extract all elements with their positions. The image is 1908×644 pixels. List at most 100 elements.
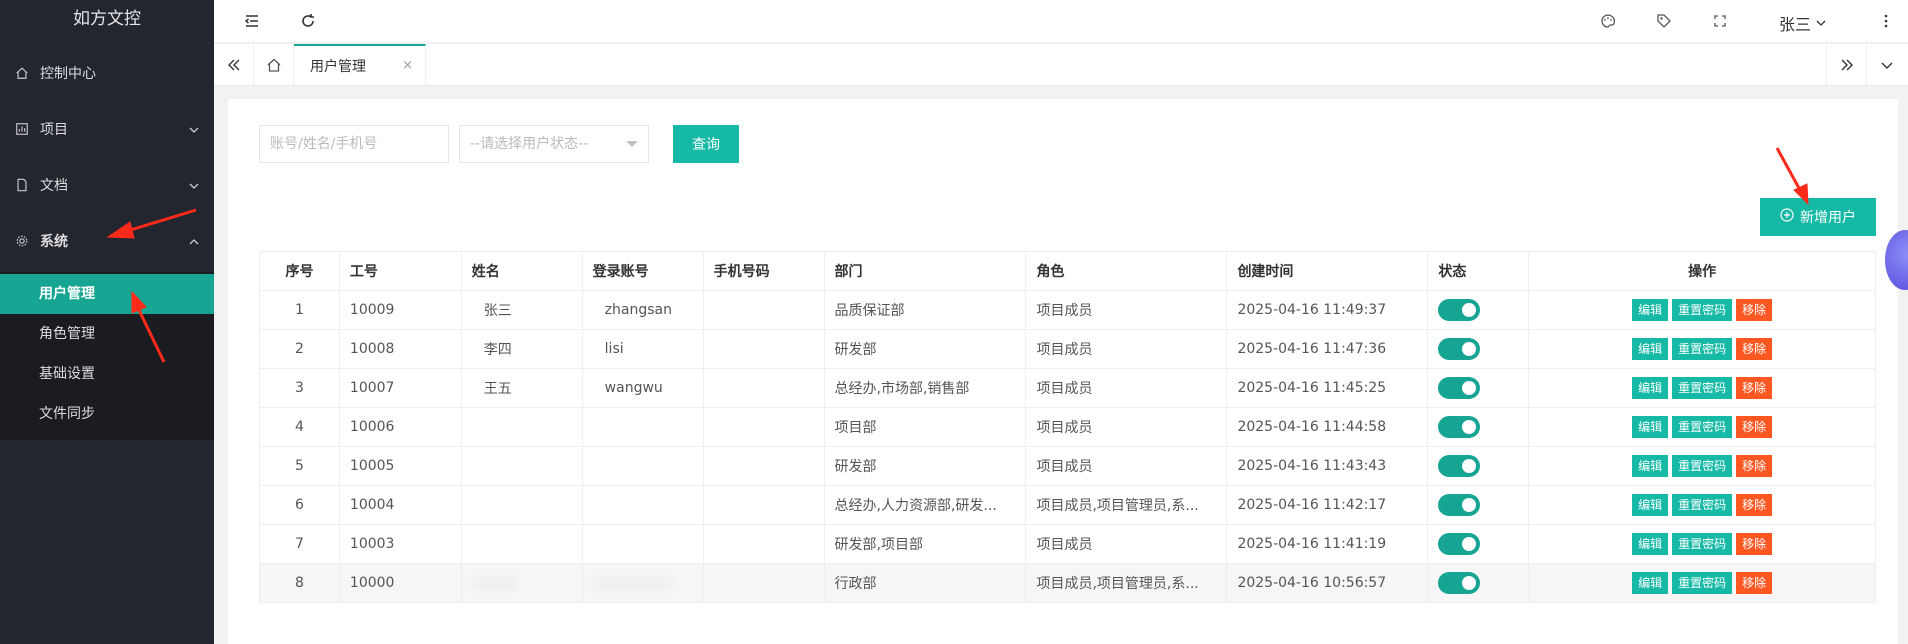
tab-user-management[interactable]: 用户管理 ×	[294, 44, 426, 86]
edit-button[interactable]: 编辑	[1632, 494, 1669, 516]
cell-account	[581, 524, 704, 564]
status-toggle[interactable]	[1438, 377, 1481, 399]
sidebar-item-label: 系统	[40, 234, 68, 250]
cell-account	[581, 563, 704, 603]
edit-button[interactable]: 编辑	[1632, 299, 1669, 321]
cell-account	[581, 485, 704, 525]
edit-button[interactable]: 编辑	[1632, 455, 1669, 477]
chevron-down-icon	[1811, 14, 1827, 33]
edit-button[interactable]: 编辑	[1632, 377, 1669, 399]
reset-password-button[interactable]: 重置密码	[1672, 416, 1733, 438]
refresh-icon[interactable]	[298, 11, 318, 31]
cell-no: 1	[259, 290, 340, 330]
edit-button[interactable]: 编辑	[1632, 533, 1669, 555]
status-toggle[interactable]	[1438, 494, 1481, 516]
tab-scroll-left-icon[interactable]	[214, 44, 254, 86]
sidebar-subitem-file-sync[interactable]: 文件同步	[0, 394, 214, 434]
table-row: 3 10007 王五 wangwu 总经办,市场部,销售部 项目成员 2025-04-16 …	[259, 368, 1876, 408]
cell-role: 项目成员	[1025, 368, 1228, 408]
th-actions: 操作	[1528, 251, 1876, 291]
table-row: 1 10009 张三 zhangsan 品质保证部 项目成员 2025-04-16 11:4…	[259, 290, 1876, 330]
user-menu[interactable]: 张三	[1779, 11, 1827, 35]
remove-button[interactable]: 移除	[1736, 377, 1773, 399]
cell-no: 2	[259, 329, 340, 369]
table-row: 2 10008 李四 lisi 研发部 项目成员 2025-04-16 11:47:36 编辑…	[259, 329, 1876, 369]
fullscreen-icon[interactable]	[1710, 11, 1730, 31]
remove-button[interactable]: 移除	[1736, 299, 1773, 321]
query-button[interactable]: 查询	[673, 125, 739, 163]
sidebar-item-project[interactable]: 项目	[0, 111, 214, 147]
theme-palette-icon[interactable]	[1598, 11, 1618, 31]
reset-password-button[interactable]: 重置密码	[1672, 377, 1733, 399]
status-toggle[interactable]	[1438, 455, 1481, 477]
reset-password-button[interactable]: 重置密码	[1672, 455, 1733, 477]
reset-password-button[interactable]: 重置密码	[1672, 572, 1733, 594]
cell-role: 项目成员	[1025, 524, 1228, 564]
chevron-down-icon	[188, 180, 200, 192]
cell-department: 项目部	[823, 407, 1027, 447]
gear-icon	[14, 233, 30, 249]
reset-password-button[interactable]: 重置密码	[1672, 299, 1733, 321]
sidebar-item-label: 文档	[40, 178, 68, 194]
menu-collapse-icon[interactable]	[242, 11, 262, 31]
cell-department: 研发部,项目部	[823, 524, 1027, 564]
cell-employee-id: 10009	[338, 290, 462, 330]
remove-button[interactable]: 移除	[1736, 572, 1773, 594]
cell-phone	[702, 524, 825, 564]
document-icon	[14, 177, 30, 193]
table-row: 7 10003 研发部,项目部 项目成员 2025-04-16 11:41:19 编辑 重置…	[259, 524, 1876, 564]
remove-button[interactable]: 移除	[1736, 533, 1773, 555]
tab-scroll-right-icon[interactable]	[1826, 44, 1866, 86]
cell-name	[460, 485, 583, 525]
reset-password-button[interactable]: 重置密码	[1672, 494, 1733, 516]
project-icon	[14, 121, 30, 137]
sidebar-item-document[interactable]: 文档	[0, 167, 214, 203]
sidebar-item-dashboard[interactable]: 控制中心	[0, 55, 214, 91]
cell-name	[460, 563, 583, 603]
reset-password-button[interactable]: 重置密码	[1672, 338, 1733, 360]
sidebar-item-label: 项目	[40, 122, 68, 138]
th-name: 姓名	[460, 251, 583, 291]
brand-title: 如方文控	[73, 9, 141, 29]
sidebar-item-system[interactable]: 系统	[0, 223, 214, 259]
remove-button[interactable]: 移除	[1736, 494, 1773, 516]
status-toggle[interactable]	[1438, 416, 1481, 438]
cell-phone	[702, 290, 825, 330]
cell-employee-id: 10007	[338, 368, 462, 408]
more-vertical-icon[interactable]	[1876, 11, 1896, 31]
cell-employee-id: 10000	[338, 563, 462, 603]
tag-icon[interactable]	[1654, 11, 1674, 31]
status-select[interactable]: --请选择用户状态--	[459, 125, 649, 163]
cell-no: 5	[259, 446, 340, 486]
close-icon[interactable]: ×	[402, 58, 413, 73]
cell-created: 2025-04-16 10:56:57	[1226, 563, 1429, 603]
edit-button[interactable]: 编辑	[1632, 416, 1669, 438]
tab-home-icon[interactable]	[254, 44, 294, 86]
cell-actions: 编辑 重置密码 移除	[1528, 446, 1876, 486]
edit-button[interactable]: 编辑	[1632, 572, 1669, 594]
cell-role: 项目成员	[1025, 407, 1228, 447]
cell-no: 6	[259, 485, 340, 525]
add-user-button[interactable]: 新增用户	[1760, 198, 1876, 236]
search-input[interactable]	[259, 125, 449, 163]
cell-actions: 编辑 重置密码 移除	[1528, 485, 1876, 525]
remove-button[interactable]: 移除	[1736, 416, 1773, 438]
cell-employee-id: 10004	[338, 485, 462, 525]
edit-button[interactable]: 编辑	[1632, 338, 1669, 360]
sidebar-subitem-role-management[interactable]: 角色管理	[0, 314, 214, 354]
chevron-up-icon	[188, 236, 200, 248]
user-name: 张三	[1779, 15, 1812, 34]
sidebar-subitem-user-management[interactable]: 用户管理	[0, 274, 214, 314]
remove-button[interactable]: 移除	[1736, 338, 1773, 360]
cell-actions: 编辑 重置密码 移除	[1528, 524, 1876, 564]
status-toggle[interactable]	[1438, 299, 1481, 321]
status-toggle[interactable]	[1438, 533, 1481, 555]
tab-options-chevron-icon[interactable]	[1866, 44, 1906, 86]
remove-button[interactable]: 移除	[1736, 455, 1773, 477]
redacted-text	[592, 576, 673, 590]
sidebar-subitem-basic-settings[interactable]: 基础设置	[0, 354, 214, 394]
tab-bar: 用户管理 ×	[214, 44, 1908, 86]
reset-password-button[interactable]: 重置密码	[1672, 533, 1733, 555]
status-toggle[interactable]	[1438, 338, 1481, 360]
status-toggle[interactable]	[1438, 572, 1481, 594]
